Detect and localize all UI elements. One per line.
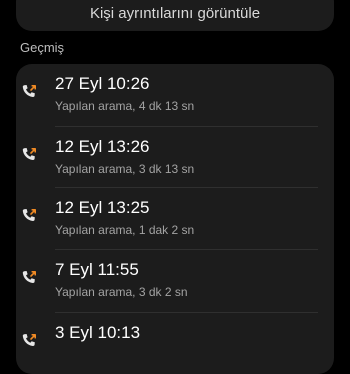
outgoing-call-icon	[20, 83, 38, 101]
view-contact-details-button[interactable]: Kişi ayrıntılarını görüntüle	[16, 0, 334, 31]
outgoing-call-icon	[20, 269, 38, 287]
call-history-item[interactable]: 12 Eyl 13:25 Yapılan arama, 1 dak 2 sn	[16, 188, 334, 250]
call-history-item[interactable]: 27 Eyl 10:26 Yapılan arama, 4 dk 13 sn	[16, 64, 334, 126]
call-history-item[interactable]: 3 Eyl 10:13	[16, 313, 334, 374]
call-time: 12 Eyl 13:25	[55, 198, 150, 217]
call-time: 7 Eyl 11:55	[55, 260, 139, 279]
call-time: 27 Eyl 10:26	[55, 74, 150, 93]
outgoing-call-icon	[20, 207, 38, 225]
call-history-list: 27 Eyl 10:26 Yapılan arama, 4 dk 13 sn 1…	[16, 64, 334, 374]
call-time: 3 Eyl 10:13	[55, 323, 141, 342]
call-history-item[interactable]: 7 Eyl 11:55 Yapılan arama, 3 dk 2 sn	[16, 250, 334, 312]
call-time: 12 Eyl 13:26	[55, 137, 150, 156]
call-history-item[interactable]: 12 Eyl 13:26 Yapılan arama, 3 dk 13 sn	[16, 127, 334, 189]
outgoing-call-icon	[20, 146, 38, 164]
history-section-title: Geçmiş	[20, 40, 65, 55]
call-detail: Yapılan arama, 3 dk 13 sn	[55, 162, 195, 176]
call-detail: Yapılan arama, 3 dk 2 sn	[55, 285, 188, 299]
call-detail: Yapılan arama, 4 dk 13 sn	[55, 99, 195, 113]
call-detail: Yapılan arama, 1 dak 2 sn	[55, 223, 195, 237]
outgoing-call-icon	[20, 332, 38, 350]
view-contact-details-label: Kişi ayrıntılarını görüntüle	[89, 5, 261, 22]
